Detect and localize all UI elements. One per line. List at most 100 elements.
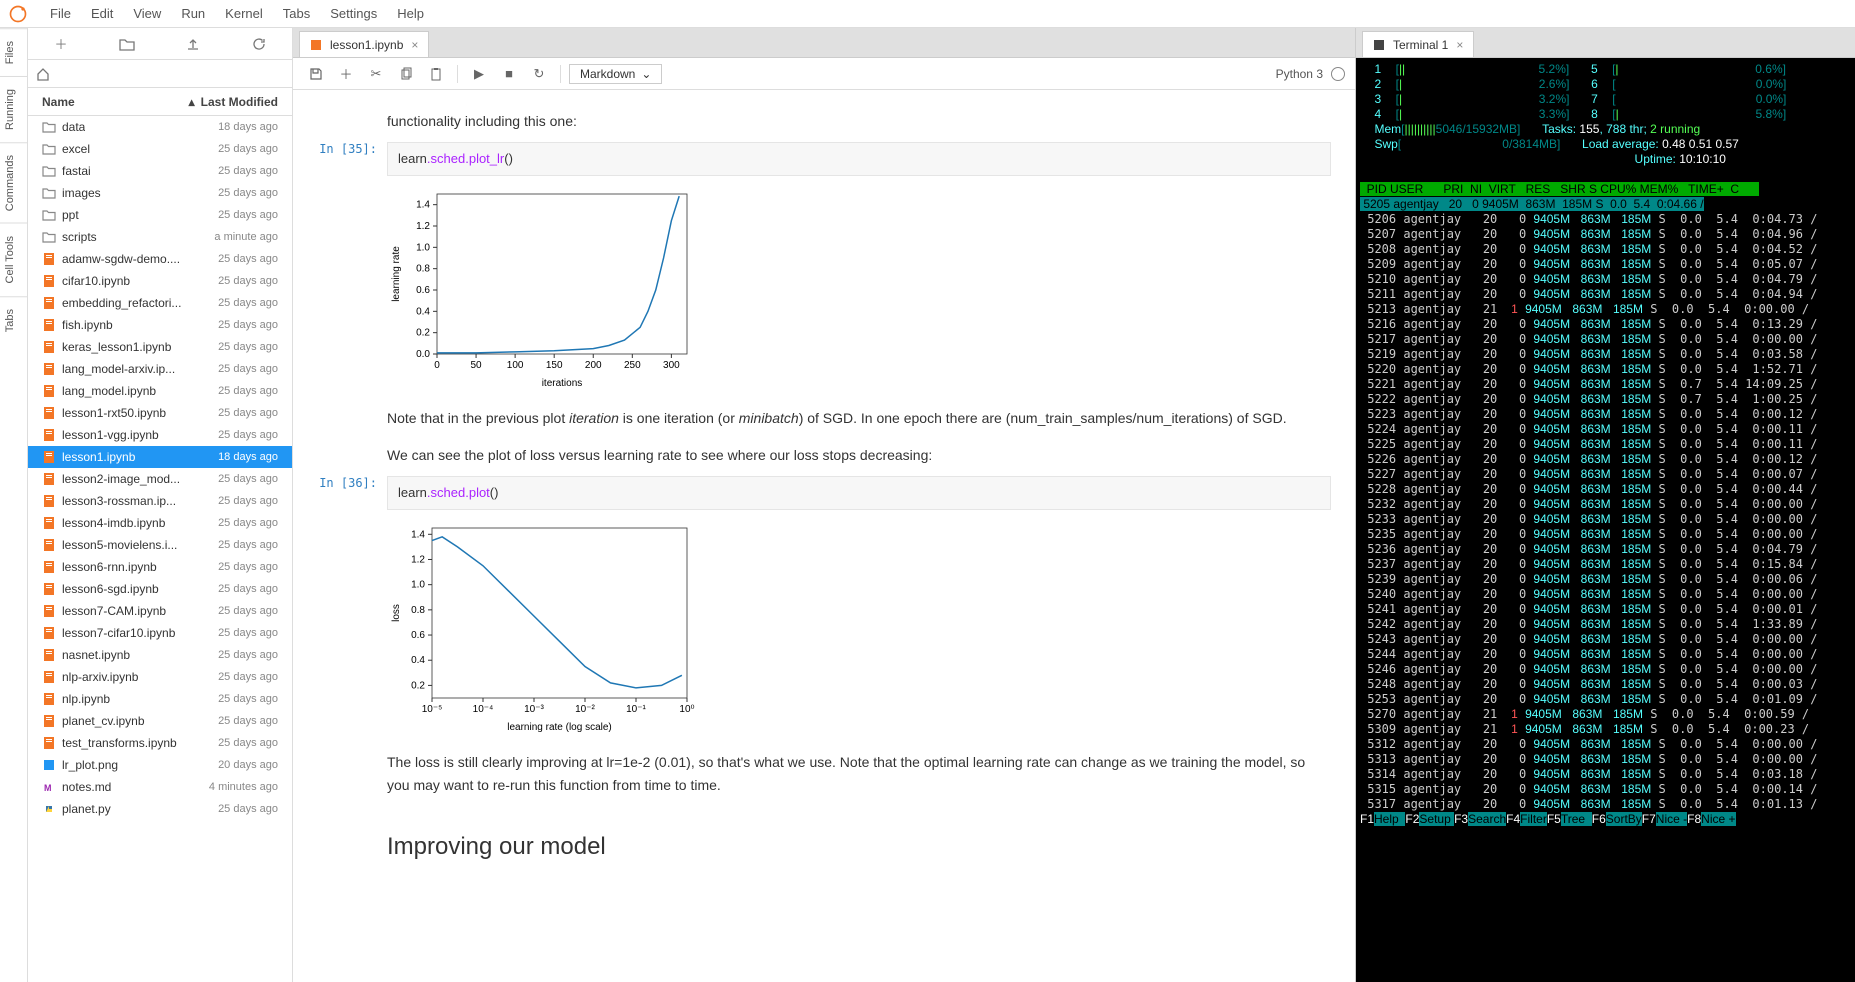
- file-row[interactable]: lesson3-rossman.ip...25 days ago: [28, 490, 292, 512]
- menu-edit[interactable]: Edit: [81, 2, 123, 25]
- notebook-body[interactable]: functionality including this one: In [35…: [293, 90, 1355, 982]
- tab-lesson1[interactable]: lesson1.ipynb ×: [299, 31, 429, 57]
- file-row[interactable]: lesson4-imdb.ipynb25 days ago: [28, 512, 292, 534]
- nb-icon: [42, 450, 56, 464]
- kernel-status-icon[interactable]: [1331, 67, 1345, 81]
- file-row[interactable]: lesson1.ipynb18 days ago: [28, 446, 292, 468]
- file-row[interactable]: nlp-arxiv.ipynb25 days ago: [28, 666, 292, 688]
- save-icon[interactable]: [303, 61, 329, 87]
- svg-text:0.6: 0.6: [411, 630, 425, 641]
- menu-view[interactable]: View: [123, 2, 171, 25]
- file-row[interactable]: nasnet.ipynb25 days ago: [28, 644, 292, 666]
- new-folder-icon[interactable]: [117, 34, 137, 54]
- col-name: Name: [42, 95, 75, 109]
- kernel-name[interactable]: Python 3: [1276, 67, 1323, 81]
- stop-icon[interactable]: ■: [496, 61, 522, 87]
- nb-icon: [42, 604, 56, 618]
- markdown-heading: Improving our model: [387, 806, 1331, 870]
- terminal-tabbar: Terminal 1 ×: [1356, 28, 1855, 58]
- rail-tabs[interactable]: Tabs: [0, 296, 27, 344]
- breadcrumb[interactable]: [28, 60, 292, 88]
- tab-title: lesson1.ipynb: [330, 38, 403, 52]
- file-row[interactable]: lang_model.ipynb25 days ago: [28, 380, 292, 402]
- file-modified: 25 days ago: [218, 165, 278, 177]
- file-name: lang_model.ipynb: [62, 384, 156, 398]
- file-row[interactable]: lesson6-rnn.ipynb25 days ago: [28, 556, 292, 578]
- menu-file[interactable]: File: [40, 2, 81, 25]
- menu-tabs[interactable]: Tabs: [273, 2, 320, 25]
- file-row[interactable]: lang_model-arxiv.ip...25 days ago: [28, 358, 292, 380]
- copy-icon[interactable]: [393, 61, 419, 87]
- terminal-panel: Terminal 1 × 1 [|| 5.2%] 5 [| 0.6%] 2 [|…: [1355, 28, 1855, 982]
- menu-settings[interactable]: Settings: [320, 2, 387, 25]
- plot-output: 0501001502002503000.00.20.40.60.81.01.21…: [387, 184, 1331, 397]
- file-row[interactable]: embedding_refactori...25 days ago: [28, 292, 292, 314]
- file-row[interactable]: keras_lesson1.ipynb25 days ago: [28, 336, 292, 358]
- svg-text:100: 100: [507, 360, 524, 371]
- file-row[interactable]: lesson6-sgd.ipynb25 days ago: [28, 578, 292, 600]
- rail-running[interactable]: Running: [0, 76, 27, 142]
- file-name: embedding_refactori...: [62, 296, 181, 310]
- notebook-icon: [310, 39, 322, 51]
- nb-icon: [42, 714, 56, 728]
- close-icon[interactable]: ×: [1456, 38, 1463, 52]
- menu-help[interactable]: Help: [387, 2, 434, 25]
- code-cell[interactable]: learn.sched.plot_lr(): [387, 142, 1331, 176]
- file-row[interactable]: lesson1-rxt50.ipynb25 days ago: [28, 402, 292, 424]
- file-list[interactable]: data18 days agoexcel25 days agofastai25 …: [28, 116, 292, 982]
- svg-text:learning rate: learning rate: [391, 246, 402, 302]
- img-icon: [42, 758, 56, 772]
- file-row[interactable]: excel25 days ago: [28, 138, 292, 160]
- file-row[interactable]: ppt25 days ago: [28, 204, 292, 226]
- file-row[interactable]: planet.py25 days ago: [28, 798, 292, 820]
- file-row[interactable]: fastai25 days ago: [28, 160, 292, 182]
- file-row[interactable]: fish.ipynb25 days ago: [28, 314, 292, 336]
- file-modified: 25 days ago: [218, 209, 278, 221]
- cut-icon[interactable]: ✂: [363, 61, 389, 87]
- file-row[interactable]: lesson1-vgg.ipynb25 days ago: [28, 424, 292, 446]
- refresh-icon[interactable]: [249, 34, 269, 54]
- file-row[interactable]: test_transforms.ipynb25 days ago: [28, 732, 292, 754]
- file-row[interactable]: lesson2-image_mod...25 days ago: [28, 468, 292, 490]
- svg-text:10⁻⁵: 10⁻⁵: [422, 704, 443, 715]
- file-row[interactable]: lesson5-movielens.i...25 days ago: [28, 534, 292, 556]
- file-row[interactable]: lesson7-cifar10.ipynb25 days ago: [28, 622, 292, 644]
- close-icon[interactable]: ×: [411, 38, 418, 52]
- rail-files[interactable]: Files: [0, 28, 27, 76]
- file-row[interactable]: images25 days ago: [28, 182, 292, 204]
- run-icon[interactable]: ▶: [466, 61, 492, 87]
- file-list-header[interactable]: Name ▴Last Modified: [28, 88, 292, 116]
- file-row[interactable]: cifar10.ipynb25 days ago: [28, 270, 292, 292]
- file-row[interactable]: Mnotes.md4 minutes ago: [28, 776, 292, 798]
- file-name: lesson1.ipynb: [62, 450, 135, 464]
- nb-icon: [42, 472, 56, 486]
- file-row[interactable]: planet_cv.ipynb25 days ago: [28, 710, 292, 732]
- file-row[interactable]: lr_plot.png20 days ago: [28, 754, 292, 776]
- restart-icon[interactable]: ↻: [526, 61, 552, 87]
- file-row[interactable]: scriptsa minute ago: [28, 226, 292, 248]
- py-icon: [42, 802, 56, 816]
- file-name: data: [62, 120, 85, 134]
- file-name: lesson1-rxt50.ipynb: [62, 406, 166, 420]
- folder-icon: [42, 120, 56, 134]
- svg-text:0: 0: [434, 360, 440, 371]
- cell-type-select[interactable]: Markdown⌄: [569, 64, 662, 84]
- file-row[interactable]: data18 days ago: [28, 116, 292, 138]
- tab-terminal[interactable]: Terminal 1 ×: [1362, 31, 1474, 57]
- new-launcher-icon[interactable]: ＋: [51, 34, 71, 54]
- file-modified: 25 days ago: [218, 517, 278, 529]
- add-cell-icon[interactable]: ＋: [333, 61, 359, 87]
- file-row[interactable]: adamw-sgdw-demo....25 days ago: [28, 248, 292, 270]
- rail-commands[interactable]: Commands: [0, 142, 27, 223]
- upload-icon[interactable]: [183, 34, 203, 54]
- terminal-body[interactable]: 1 [|| 5.2%] 5 [| 0.6%] 2 [| 2.6%] 6 [ 0.…: [1356, 58, 1855, 982]
- paste-icon[interactable]: [423, 61, 449, 87]
- file-row[interactable]: lesson7-CAM.ipynb25 days ago: [28, 600, 292, 622]
- menu-kernel[interactable]: Kernel: [215, 2, 273, 25]
- code-cell[interactable]: learn.sched.plot(): [387, 476, 1331, 510]
- nb-icon: [42, 362, 56, 376]
- file-row[interactable]: nlp.ipynb25 days ago: [28, 688, 292, 710]
- rail-cell-tools[interactable]: Cell Tools: [0, 223, 27, 296]
- nb-icon: [42, 340, 56, 354]
- menu-run[interactable]: Run: [171, 2, 215, 25]
